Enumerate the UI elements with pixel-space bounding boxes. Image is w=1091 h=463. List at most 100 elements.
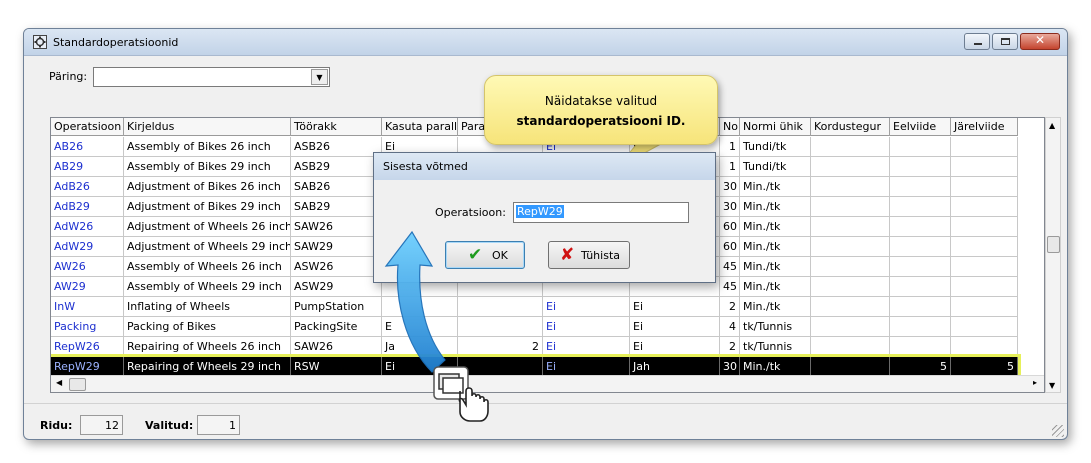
vertical-scroll-thumb[interactable]: [1047, 236, 1060, 253]
table-cell: Ei: [543, 297, 630, 317]
selected-table-row[interactable]: RepW29 Repairing of Wheels 29 inch RSW Ei Ei…: [51, 354, 1021, 380]
table-cell: Repairing of Wheels 29 inch: [124, 357, 291, 377]
window-title: Standardoperatsioonid: [53, 36, 179, 49]
operation-id-cell: RepW26: [51, 337, 124, 357]
table-cell: ASB29: [291, 157, 382, 177]
close-button[interactable]: ✕: [1020, 33, 1060, 50]
table-cell: [951, 217, 1018, 237]
table-cell: [890, 337, 951, 357]
minimize-button[interactable]: [964, 33, 990, 50]
table-cell: PumpStation: [291, 297, 382, 317]
status-bar: Ridu: 12 Valitud: 1: [24, 403, 1067, 439]
table-cell: Min./tk: [740, 197, 811, 217]
resize-grip[interactable]: [1052, 425, 1064, 437]
table-cell: 30: [720, 197, 740, 217]
vertical-scrollbar[interactable]: ▲ ▼: [1045, 117, 1061, 393]
ok-button[interactable]: ✔ OK: [445, 241, 525, 269]
table-cell: Min./tk: [740, 277, 811, 297]
check-icon: ✔: [468, 245, 483, 265]
table-cell: Min./tk: [740, 357, 811, 377]
rows-count: 12: [80, 415, 123, 435]
table-cell: 1: [720, 137, 740, 157]
table-cell: [951, 297, 1018, 317]
table-cell: [811, 337, 890, 357]
operation-id-cell: AW26: [51, 257, 124, 277]
table-cell: Ja: [382, 337, 458, 357]
selected-label: Valitud:: [145, 419, 194, 432]
column-header[interactable]: Kirjeldus: [124, 118, 291, 136]
horizontal-scroll-thumb[interactable]: [69, 378, 86, 391]
operation-id-cell: RepW29: [51, 357, 124, 377]
table-cell: [951, 337, 1018, 357]
table-cell: [890, 137, 951, 157]
callout-line-1: Näidatakse valitud: [544, 94, 658, 108]
table-cell: [811, 157, 890, 177]
table-cell: tk/Tunnis: [740, 337, 811, 357]
info-callout: Näidatakse valitud standardoperatsiooni …: [484, 75, 718, 145]
table-cell: 5: [890, 357, 951, 377]
table-cell: Assembly of Wheels 26 inch: [124, 257, 291, 277]
minimize-icon: [974, 43, 982, 45]
cancel-button[interactable]: ✘ Tühista: [548, 241, 630, 269]
query-select[interactable]: ▼: [93, 67, 330, 87]
table-cell: E: [382, 317, 458, 337]
table-cell: ASW29: [291, 277, 382, 297]
table-cell: Jah: [630, 357, 720, 377]
table-cell: Ei: [630, 337, 720, 357]
table-cell: Min./tk: [740, 177, 811, 197]
operation-field-label: Operatsioon:: [435, 206, 506, 219]
table-cell: 2: [720, 297, 740, 317]
column-header[interactable]: Operatsioon: [51, 118, 124, 136]
scroll-down-icon[interactable]: ▼: [1049, 381, 1055, 390]
table-cell: Adjustment of Wheels 29 inch: [124, 237, 291, 257]
table-cell: Min./tk: [740, 257, 811, 277]
table-cell: Ei: [630, 317, 720, 337]
column-header[interactable]: Kasuta parall.: [382, 118, 458, 136]
ok-button-label: OK: [492, 249, 508, 262]
maximize-icon: [1001, 38, 1010, 45]
table-row[interactable]: InW Inflating of Wheels PumpStation Ei Ei 2 Mi…: [51, 297, 1018, 317]
operation-input-value: RepW29: [516, 205, 564, 218]
dropdown-arrow-icon[interactable]: ▼: [311, 69, 328, 85]
rows-label: Ridu:: [40, 419, 73, 432]
table-cell: PackingSite: [291, 317, 382, 337]
table-cell: [811, 257, 890, 277]
operation-id-cell: AdW26: [51, 217, 124, 237]
column-header[interactable]: Järelviide: [951, 118, 1018, 136]
column-header[interactable]: Norm: [720, 118, 740, 136]
table-cell: tk/Tunnis: [740, 317, 811, 337]
table-row[interactable]: RepW26 Repairing of Wheels 26 inch SAW26 Ja…: [51, 337, 1018, 357]
table-cell: Ei: [543, 317, 630, 337]
table-cell: Min./tk: [740, 217, 811, 237]
column-header[interactable]: Töörakk: [291, 118, 382, 136]
query-label: Päring:: [49, 70, 88, 83]
operation-id-cell: AdB26: [51, 177, 124, 197]
table-cell: SAW26: [291, 217, 382, 237]
table-cell: [890, 277, 951, 297]
scroll-left-icon[interactable]: ◀: [56, 378, 62, 387]
table-cell: [811, 317, 890, 337]
scroll-up-icon[interactable]: ▲: [1049, 121, 1055, 130]
table-cell: [890, 257, 951, 277]
table-cell: [382, 297, 458, 317]
scroll-right-icon[interactable]: ▸: [1033, 378, 1037, 387]
table-cell: [951, 277, 1018, 297]
operation-input[interactable]: RepW29: [513, 202, 689, 223]
column-header[interactable]: Normi ühik: [740, 118, 811, 136]
maximize-button[interactable]: [992, 33, 1018, 50]
table-cell: [890, 177, 951, 197]
column-header[interactable]: Kordustegur: [811, 118, 890, 136]
window-controls: ✕: [962, 33, 1060, 50]
table-cell: [811, 237, 890, 257]
table-cell: [890, 317, 951, 337]
table-cell: [811, 217, 890, 237]
table-cell: Ei: [543, 337, 630, 357]
hand-pointer-icon: [433, 366, 489, 422]
column-header[interactable]: Eelviide: [890, 118, 951, 136]
title-bar: Standardoperatsioonid ✕: [24, 29, 1067, 56]
table-row[interactable]: Packing Packing of Bikes PackingSite E Ei Ei 4…: [51, 317, 1018, 337]
horizontal-scrollbar[interactable]: ◀ ▸: [51, 375, 1044, 392]
operation-id-cell: AdW29: [51, 237, 124, 257]
operation-id-cell: AB26: [51, 137, 124, 157]
table-cell: [458, 317, 543, 337]
